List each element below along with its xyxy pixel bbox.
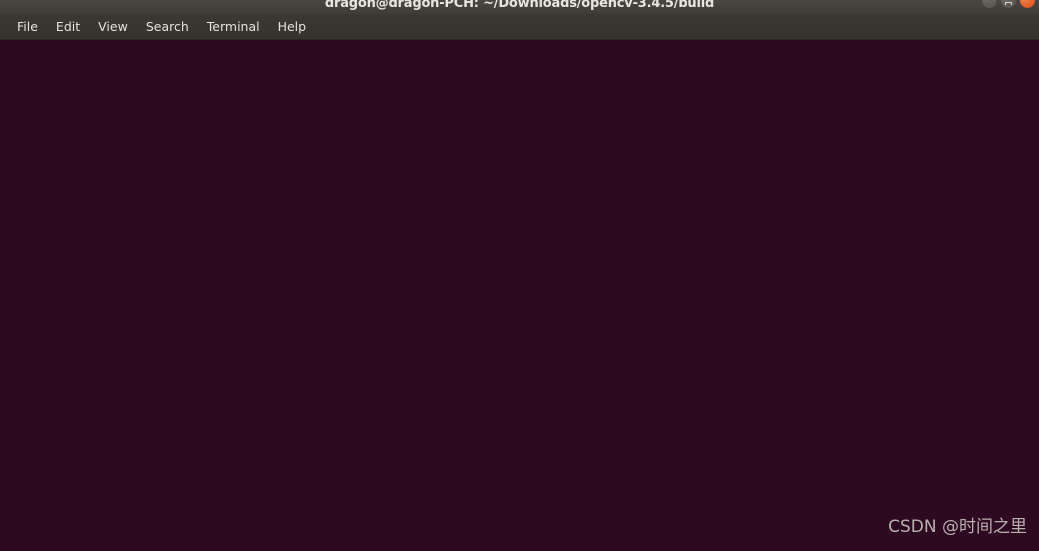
terminal-line-warning-3-wrap: g attribute metadata::gedit-spell-langua…	[2, 469, 1039, 508]
terminal-line-warning-4: ** (gedit:11262): WARNING **: 14:09:29.4…	[2, 547, 1039, 551]
maximize-button[interactable]	[1001, 0, 1016, 8]
menu-item-help[interactable]: Help	[269, 17, 316, 36]
menu-item-view[interactable]: View	[89, 17, 137, 36]
close-button[interactable]	[1020, 0, 1035, 8]
terminal-window: dragon@dragon-PCH: ~/Downloads/opencv-3.…	[0, 0, 1039, 551]
terminal-line-warning-1: ** (gedit:11262): WARNING **: 14:09:27.4…	[2, 196, 1039, 235]
window-title: dragon@dragon-PCH: ~/Downloads/opencv-3.…	[324, 0, 715, 11]
terminal-line-interrupt: ^C	[2, 40, 1039, 79]
terminal-line-warning-3: ** (gedit:11262): WARNING **: 14:09:29.4…	[2, 430, 1039, 469]
terminal-line-prompt-1: dragon@dragon-PCH:~/Downloads/opencv-3.4…	[2, 79, 1039, 118]
window-controls	[982, 0, 1035, 8]
menu-item-edit[interactable]: Edit	[47, 17, 89, 36]
terminal-line-warning-2: ** (gedit:11262): WARNING **: 14:09:27.4…	[2, 313, 1039, 352]
title-bar[interactable]: dragon@dragon-PCH: ~/Downloads/opencv-3.…	[0, 0, 1039, 14]
terminal-line-warning-2-wrap: g attribute metadata::gedit-encoding not…	[2, 352, 1039, 391]
terminal-line-prompt-1-wrap: pencv.conf	[2, 118, 1039, 157]
terminal-output[interactable]: ^C dragon@dragon-PCH:~/Downloads/opencv-…	[0, 40, 1039, 551]
minimize-button[interactable]	[982, 0, 997, 8]
terminal-line-warning-1-wrap: g attribute metadata::gedit-spell-langua…	[2, 235, 1039, 274]
menu-item-file[interactable]: File	[8, 17, 47, 36]
menu-item-terminal[interactable]: Terminal	[198, 17, 269, 36]
menu-item-search[interactable]: Search	[137, 17, 198, 36]
menu-bar: File Edit View Search Terminal Help	[0, 14, 1039, 40]
